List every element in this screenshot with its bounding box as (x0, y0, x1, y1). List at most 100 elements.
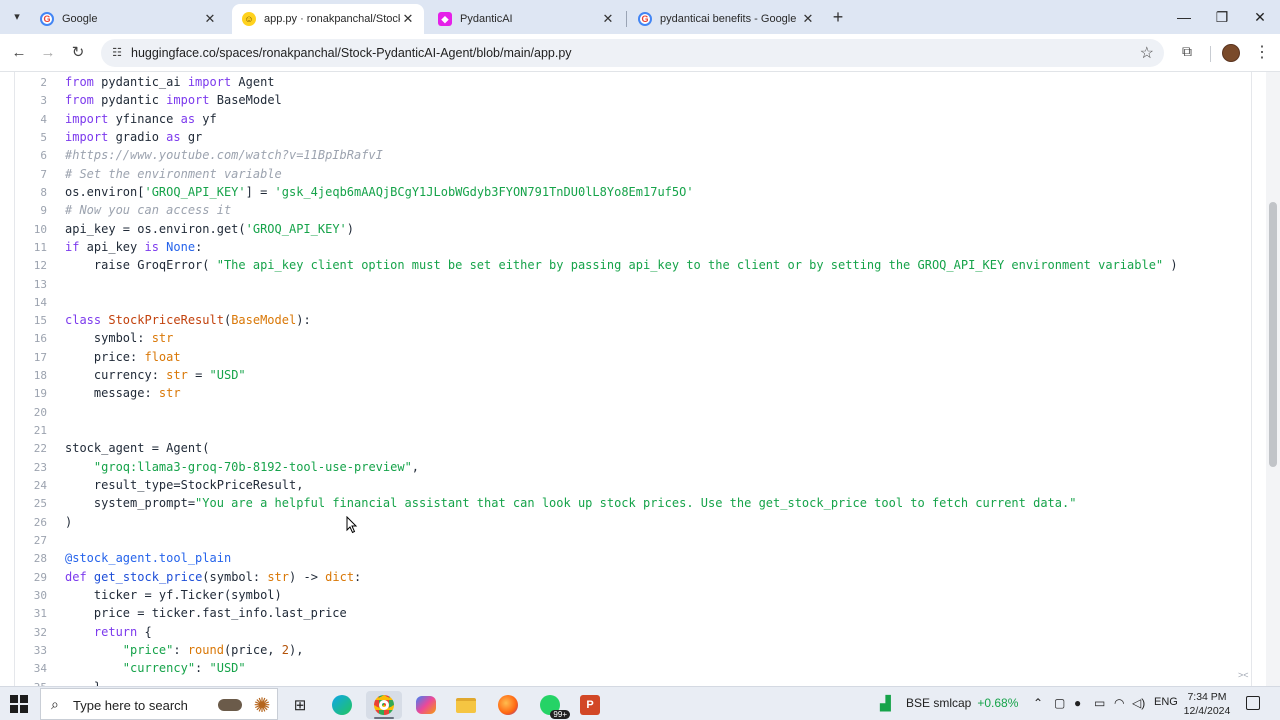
close-icon[interactable]: ✕ (400, 11, 416, 27)
line-number: 6 (40, 149, 47, 163)
line-number: 32 (33, 625, 47, 639)
code-token: return (93, 624, 138, 639)
code-token: "currency" (122, 661, 196, 676)
code-token: float (144, 349, 181, 364)
windows-taskbar: ⌕ Type here to search ✺ ⊞ 99+ P ▟ BSE sm… (0, 686, 1280, 720)
language-indicator[interactable]: ENG (1154, 696, 1178, 708)
back-arrow-icon[interactable]: ← (8, 42, 30, 64)
code-line: "groq:llama3-groq-70b-8192-tool-use-prev… (65, 460, 419, 474)
extensions-icon[interactable]: ⧉ (1178, 43, 1196, 61)
code-token: : (173, 642, 188, 657)
powerpoint-icon[interactable]: P (572, 691, 608, 719)
whatsapp-icon[interactable]: 99+ (532, 691, 570, 719)
wifi-icon[interactable]: ◠ (1114, 696, 1124, 710)
code-token: ): (296, 313, 311, 328)
toolbar-divider (1210, 46, 1211, 62)
firefox-icon[interactable] (490, 691, 526, 719)
code-token: pydantic (93, 93, 167, 108)
code-token: "price" (122, 642, 174, 657)
code-token: # Now you can access it (65, 203, 232, 218)
code-token: as (180, 111, 196, 126)
code-token: 'GROQ_API_KEY' (245, 221, 347, 236)
tab-google[interactable]: G Google ✕ (30, 4, 226, 34)
line-number: 26 (33, 515, 47, 529)
file-explorer-icon[interactable] (448, 691, 484, 719)
code-line: return { (65, 625, 152, 639)
scrollbar[interactable] (1266, 72, 1280, 686)
notifications-icon[interactable] (1246, 696, 1260, 710)
code-token: price: (65, 349, 145, 364)
url-text[interactable]: huggingface.co/spaces/ronakpanchal/Stock… (131, 46, 572, 60)
address-bar[interactable]: ☷ huggingface.co/spaces/ronakpanchal/Sto… (101, 39, 1164, 67)
reload-icon[interactable]: ↻ (67, 42, 89, 64)
line-number: 8 (40, 185, 47, 199)
line-number: 21 (33, 424, 47, 438)
code-token: import (65, 129, 109, 144)
copilot-icon[interactable] (408, 691, 444, 719)
code-token: price = ticker.fast_info.last_price (65, 606, 347, 621)
edge-icon[interactable] (324, 691, 360, 719)
code-token: round (187, 642, 224, 657)
code-token: if (65, 239, 80, 254)
code-token: import (65, 111, 109, 126)
close-icon[interactable]: ✕ (600, 11, 616, 27)
meet-now-icon[interactable]: ▢ (1054, 696, 1065, 710)
clock[interactable]: 7:34 PM 12/4/2024 (1180, 690, 1234, 718)
code-token: "The api_key client option must be set e… (216, 258, 1164, 273)
code-token: "groq:llama3-groq-70b-8192-tool-use-prev… (93, 459, 412, 474)
line-number: 10 (33, 222, 47, 236)
profile-avatar[interactable] (1222, 44, 1240, 62)
site-info-icon[interactable]: ☷ (109, 45, 125, 61)
maximize-button[interactable]: ❐ (1202, 6, 1242, 28)
code-line: currency: str = "USD" (65, 368, 246, 382)
stock-widget[interactable]: BSE smlcap +0.68% (906, 696, 1018, 710)
bookmark-star-icon[interactable]: ☆ (1140, 43, 1154, 63)
chrome-icon[interactable] (366, 691, 402, 719)
code-token: str (151, 331, 174, 346)
side-panel-toggle-icon[interactable]: >< (1238, 670, 1249, 680)
tab-pydanticai[interactable]: ◆ PydanticAI ✕ (428, 4, 624, 34)
tab-search-dropdown-icon[interactable]: ▾ (6, 7, 28, 27)
battery-icon[interactable]: ▭ (1094, 696, 1105, 710)
more-menu-icon[interactable]: ⋮ (1254, 42, 1270, 64)
minimize-button[interactable]: — (1164, 6, 1204, 28)
microphone-icon[interactable]: ● (1074, 696, 1081, 710)
code-line: if api_key is None: (65, 240, 202, 254)
code-token: str (158, 386, 181, 401)
mouse-cursor-icon (346, 516, 358, 534)
new-tab-button[interactable]: + (829, 7, 847, 27)
volume-icon[interactable]: ◁) (1132, 696, 1145, 710)
tab-pydanticai-benefits[interactable]: G pydanticai benefits - Google Se ✕ (628, 4, 824, 34)
task-view-icon[interactable]: ⊞ (282, 691, 318, 719)
code-token: api_key = os.environ.get( (65, 221, 246, 236)
tab-strip: ▾ G Google ✕ ☺ app.py · ronakpanchal/Sto… (0, 0, 1280, 34)
line-number: 22 (33, 442, 47, 456)
sun-wheel-icon[interactable]: ✺ (244, 691, 280, 719)
scrollbar-thumb[interactable] (1269, 202, 1277, 467)
code-token: str (267, 569, 290, 584)
line-number: 34 (33, 662, 47, 676)
search-highlight-icon[interactable] (212, 691, 248, 719)
code-token: ) (65, 514, 73, 529)
close-icon[interactable]: ✕ (800, 11, 816, 27)
code-token: "USD" (209, 368, 246, 383)
code-line: # Set the environment variable (65, 167, 282, 181)
tab-app-py[interactable]: ☺ app.py · ronakpanchal/Stock-Py ✕ (232, 4, 424, 34)
chevron-up-icon[interactable]: ⌃ (1033, 696, 1043, 710)
close-icon[interactable]: ✕ (202, 11, 218, 27)
code-line: price = ticker.fast_info.last_price (65, 606, 347, 620)
code-line: import gradio as gr (65, 130, 202, 144)
forward-arrow-icon[interactable]: → (37, 42, 59, 64)
google-icon: G (638, 12, 652, 26)
code-token: 'GROQ_API_KEY' (144, 184, 246, 199)
line-number: 27 (33, 534, 47, 547)
code-token: import (166, 93, 210, 108)
code-token: currency: (65, 368, 167, 383)
close-window-button[interactable]: ✕ (1240, 6, 1280, 28)
search-icon: ⌕ (51, 696, 59, 712)
line-number: 5 (40, 130, 47, 144)
windows-start-icon[interactable] (10, 695, 28, 713)
line-number: 30 (33, 588, 47, 602)
